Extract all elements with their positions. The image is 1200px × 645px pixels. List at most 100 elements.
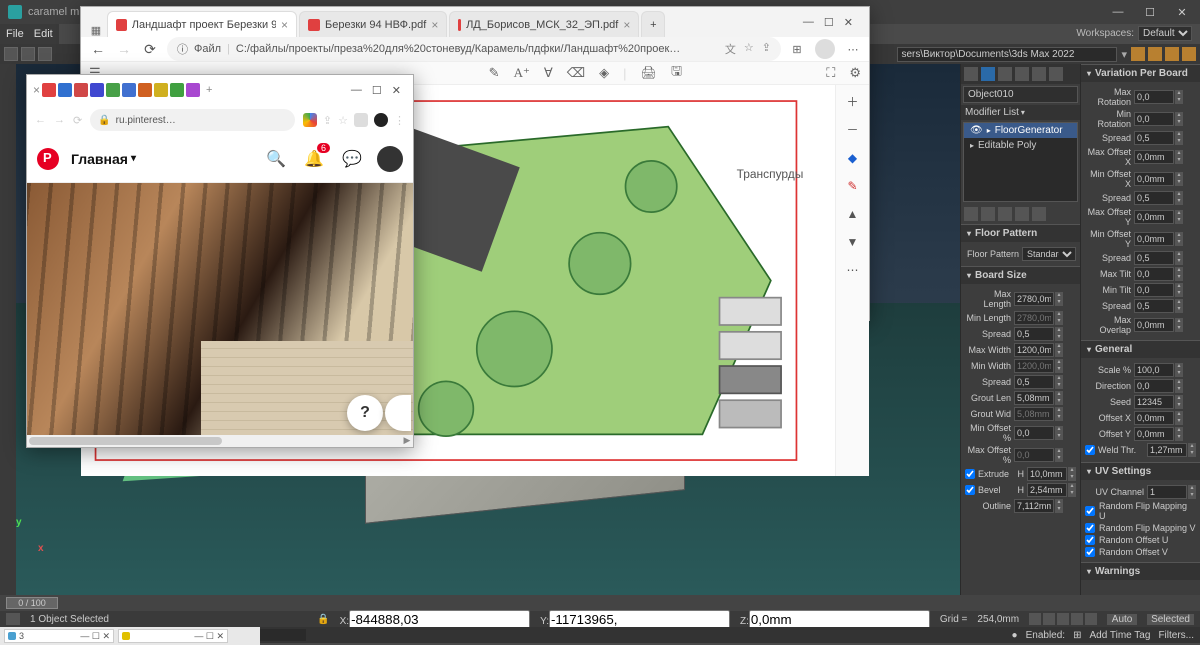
- spinner-arrows[interactable]: [1175, 131, 1183, 145]
- reload-button[interactable]: ⟳: [73, 114, 82, 127]
- add-time-tag[interactable]: Add Time Tag: [1089, 630, 1150, 641]
- workspace-select[interactable]: Default: [1138, 26, 1192, 41]
- taskbar-item[interactable]: — ☐ ✕: [118, 629, 228, 643]
- more-icon[interactable]: ⋯: [844, 261, 862, 279]
- spinner-arrows[interactable]: [1055, 311, 1063, 325]
- param-spinner[interactable]: [1134, 150, 1174, 164]
- time-slider-handle[interactable]: 0 / 100: [6, 597, 58, 609]
- key-filters-selected[interactable]: Selected: [1147, 614, 1194, 625]
- link-icon[interactable]: [1186, 92, 1196, 102]
- zoom-out-icon[interactable]: －: [844, 121, 862, 139]
- spinner-arrows[interactable]: [1175, 299, 1183, 313]
- checkbox[interactable]: [965, 485, 975, 495]
- link-icon[interactable]: [1186, 193, 1196, 203]
- link-icon[interactable]: [1066, 409, 1076, 419]
- spinner-arrows[interactable]: [1188, 443, 1196, 457]
- spinner-arrows[interactable]: [1055, 375, 1063, 389]
- param-spinner[interactable]: [1014, 391, 1054, 405]
- link-icon[interactable]: [1186, 397, 1196, 407]
- profile-avatar[interactable]: [815, 39, 835, 59]
- new-tab-button[interactable]: +: [641, 11, 665, 37]
- lock-icon[interactable]: 🔒: [98, 115, 110, 126]
- link-icon[interactable]: [1186, 174, 1196, 184]
- param-spinner[interactable]: [1134, 379, 1174, 393]
- link-icon[interactable]: [1186, 133, 1196, 143]
- browser-tab[interactable]: ЛД_Борисов_МСК_32_ЭП.pdf×: [449, 11, 639, 37]
- project-path-input[interactable]: [897, 47, 1117, 62]
- minimize-button[interactable]: —: [803, 16, 814, 28]
- link-icon[interactable]: [1186, 365, 1196, 375]
- pin-stack-icon[interactable]: [964, 207, 978, 221]
- key-filters-button[interactable]: Filters...: [1158, 630, 1194, 641]
- param-spinner[interactable]: [1134, 411, 1174, 425]
- param-spinner[interactable]: [1134, 90, 1174, 104]
- spinner-arrows[interactable]: [1175, 395, 1183, 409]
- make-unique-icon[interactable]: [998, 207, 1012, 221]
- coord-x-input[interactable]: [349, 610, 530, 629]
- close-button[interactable]: ✕: [844, 16, 853, 29]
- fullscreen-icon[interactable]: ⛶: [826, 65, 835, 81]
- param-spinner[interactable]: [1134, 112, 1174, 126]
- close-tab-icon[interactable]: ×: [623, 18, 630, 32]
- tab-favicon[interactable]: [154, 83, 168, 97]
- param-spinner[interactable]: [1014, 359, 1054, 373]
- tab-favicon[interactable]: [90, 83, 104, 97]
- tab-favicon[interactable]: [106, 83, 120, 97]
- spinner-arrows[interactable]: [1068, 467, 1076, 481]
- tab-list-icon[interactable]: ▦: [87, 24, 105, 37]
- expand-icon[interactable]: [970, 140, 974, 151]
- param-spinner[interactable]: [1014, 426, 1054, 440]
- search-icon[interactable]: 🔍: [263, 146, 289, 172]
- param-spinner[interactable]: [1134, 299, 1174, 313]
- max-left-toolbar[interactable]: [0, 64, 16, 595]
- close-button[interactable]: ✕: [1172, 6, 1192, 19]
- param-spinner[interactable]: [1134, 131, 1174, 145]
- rollout-header[interactable]: Board Size: [961, 267, 1080, 284]
- link-icon[interactable]: [1066, 377, 1076, 387]
- param-spinner[interactable]: [1134, 318, 1174, 332]
- link-icon[interactable]: [1186, 253, 1196, 263]
- toolbar-button[interactable]: [21, 47, 35, 61]
- spinner-arrows[interactable]: [1055, 426, 1063, 440]
- rollout-header[interactable]: UV Settings: [1081, 463, 1200, 480]
- settings-icon[interactable]: ⚙: [849, 65, 861, 81]
- maximize-button[interactable]: ☐: [372, 84, 382, 97]
- spinner-arrows[interactable]: [1175, 363, 1183, 377]
- param-spinner[interactable]: [1014, 375, 1054, 389]
- maximize-button[interactable]: ☐: [824, 16, 834, 29]
- param-spinner[interactable]: [1014, 311, 1054, 325]
- link-icon[interactable]: [1066, 501, 1076, 511]
- star-icon[interactable]: ☆: [744, 41, 754, 57]
- param-spinner[interactable]: [1014, 292, 1054, 306]
- save-icon[interactable]: 🖫: [671, 62, 682, 84]
- spinner-arrows[interactable]: [1175, 150, 1183, 164]
- spinner-arrows[interactable]: [1175, 112, 1183, 126]
- link-icon[interactable]: [1186, 429, 1196, 439]
- param-spinner[interactable]: [1014, 407, 1054, 421]
- home-dropdown[interactable]: Главная: [71, 151, 136, 167]
- folder-icon[interactable]: [1182, 47, 1196, 61]
- close-tab-icon[interactable]: ×: [431, 18, 438, 32]
- spinner-arrows[interactable]: [1175, 427, 1183, 441]
- link-icon[interactable]: [1066, 393, 1076, 403]
- show-end-result-icon[interactable]: [981, 207, 995, 221]
- link-icon[interactable]: [1186, 234, 1196, 244]
- link-icon[interactable]: [1186, 285, 1196, 295]
- pinterest-feed[interactable]: ? ◀ ▶: [27, 183, 413, 447]
- param-spinner[interactable]: [1014, 327, 1054, 341]
- tab-favicon[interactable]: [58, 83, 72, 97]
- zoom-in-icon[interactable]: ＋: [844, 93, 862, 111]
- maximize-button[interactable]: ☐: [1140, 6, 1160, 19]
- page-down-icon[interactable]: ▼: [844, 233, 862, 251]
- isolate-icon[interactable]: ⊞: [1073, 630, 1081, 641]
- browser-tab[interactable]: Ландшафт проект Березки 94.p×: [107, 11, 297, 37]
- checkbox[interactable]: [1085, 445, 1095, 455]
- param-spinner[interactable]: [1134, 232, 1174, 246]
- param-spinner[interactable]: [1014, 499, 1054, 513]
- caret-icon[interactable]: ▾: [1121, 48, 1127, 61]
- browser-tab[interactable]: Березки 94 НВФ.pdf×: [299, 11, 447, 37]
- scroll-right-icon[interactable]: ▶: [401, 435, 413, 447]
- prev-frame-button[interactable]: [1043, 613, 1055, 625]
- menu-edit[interactable]: Edit: [34, 28, 53, 40]
- spinner-arrows[interactable]: [1175, 267, 1183, 281]
